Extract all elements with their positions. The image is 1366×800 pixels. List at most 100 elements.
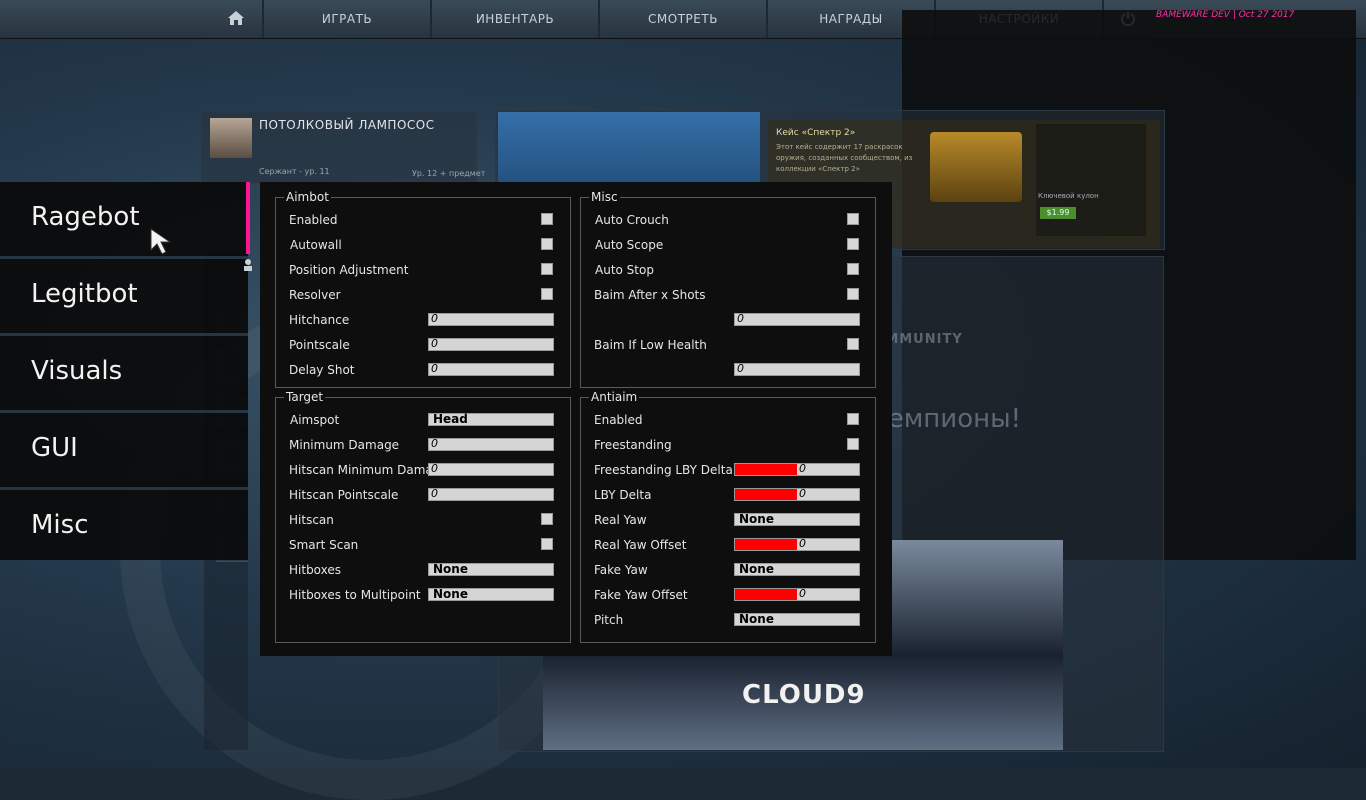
hitscan-label: Hitscan bbox=[289, 513, 334, 527]
fake-yaw-dropdown[interactable]: None bbox=[734, 562, 860, 576]
real-yaw-label: Real Yaw bbox=[594, 513, 647, 527]
hitscan-pointscale-input[interactable]: 0 bbox=[428, 487, 554, 501]
baim-low-health-label: Baim If Low Health bbox=[594, 338, 707, 352]
key-tile[interactable] bbox=[1036, 124, 1146, 236]
field-value: 0 bbox=[431, 337, 438, 350]
position-adjustment-label: Position Adjustment bbox=[289, 263, 409, 277]
baim-low-health-input[interactable]: 0 bbox=[734, 362, 860, 376]
tab-ragebot[interactable]: Ragebot bbox=[0, 182, 248, 259]
freestanding-lby-delta-slider[interactable]: 0 bbox=[734, 462, 860, 476]
nav-home[interactable] bbox=[210, 0, 262, 38]
slider-fill bbox=[735, 589, 797, 600]
fake-yaw-offset-slider[interactable]: 0 bbox=[734, 587, 860, 601]
tab-legitbot[interactable]: Legitbot bbox=[0, 259, 248, 336]
field-value: 0 bbox=[431, 437, 438, 450]
lby-delta-slider[interactable]: 0 bbox=[734, 487, 860, 501]
auto-crouch-checkbox[interactable] bbox=[847, 213, 859, 225]
auto-scope-checkbox[interactable] bbox=[847, 238, 859, 250]
dropdown-value: Head bbox=[433, 412, 468, 426]
hitchance-label: Hitchance bbox=[289, 313, 350, 327]
avatar[interactable] bbox=[210, 118, 252, 158]
build-label: BAMEWARE DEV | Oct 27 2017 bbox=[1156, 10, 1295, 20]
hitboxes-label: Hitboxes bbox=[289, 563, 342, 577]
field-value: 0 bbox=[799, 537, 806, 550]
hitscan-checkbox[interactable] bbox=[541, 513, 553, 525]
freestanding-lby-delta-label: Freestanding LBY Delta bbox=[594, 463, 733, 477]
minimum-damage-label: Minimum Damage bbox=[289, 438, 400, 452]
settings-panel: Aimbot Enabled Autowall Position Adjustm… bbox=[260, 182, 892, 656]
group-title: Target bbox=[284, 390, 326, 404]
group-title: Antiaim bbox=[589, 390, 640, 404]
pointscale-label: Pointscale bbox=[289, 338, 350, 352]
hitscan-minimum-damage-label: Hitscan Minimum Damag bbox=[289, 463, 429, 477]
auto-crouch-label: Auto Crouch bbox=[595, 213, 669, 227]
smart-scan-label: Smart Scan bbox=[289, 538, 359, 552]
hitboxes-multipoint-label: Hitboxes to Multipoint bbox=[289, 588, 421, 602]
case-image bbox=[930, 132, 1022, 202]
nav-watch[interactable]: СМОТРЕТЬ bbox=[598, 0, 766, 38]
auto-stop-checkbox[interactable] bbox=[847, 263, 859, 275]
position-adjustment-checkbox[interactable] bbox=[541, 263, 553, 275]
tab-misc[interactable]: Misc bbox=[0, 490, 248, 564]
hitboxes-dropdown[interactable]: None bbox=[428, 562, 554, 576]
tab-label: Ragebot bbox=[31, 202, 140, 232]
slider-fill bbox=[735, 464, 797, 475]
real-yaw-offset-slider[interactable]: 0 bbox=[734, 537, 860, 551]
baim-after-shots-input[interactable]: 0 bbox=[734, 312, 860, 326]
tab-label: Visuals bbox=[31, 356, 123, 386]
pitch-label: Pitch bbox=[594, 613, 624, 627]
pointscale-input[interactable]: 0 bbox=[428, 337, 554, 351]
case-title: Кейс «Спектр 2» bbox=[776, 128, 856, 138]
delay-shot-label: Delay Shot bbox=[289, 363, 355, 377]
autowall-checkbox[interactable] bbox=[541, 238, 553, 250]
real-yaw-dropdown[interactable]: None bbox=[734, 512, 860, 526]
resolver-checkbox[interactable] bbox=[541, 288, 553, 300]
aimspot-label: Aimspot bbox=[290, 413, 340, 427]
dropdown-value: None bbox=[433, 562, 468, 576]
hitscan-minimum-damage-input[interactable]: 0 bbox=[428, 462, 554, 476]
menu-sidebar: Ragebot Legitbot Visuals GUI Misc bbox=[0, 182, 248, 560]
dropdown-value: None bbox=[433, 587, 468, 601]
user-icon bbox=[244, 259, 252, 271]
tab-label: Legitbot bbox=[31, 279, 138, 309]
freestanding-label: Freestanding bbox=[594, 438, 672, 452]
hitchance-input[interactable]: 0 bbox=[428, 312, 554, 326]
resolver-label: Resolver bbox=[289, 288, 341, 302]
autowall-label: Autowall bbox=[290, 238, 342, 252]
price-badge[interactable]: $1.99 bbox=[1040, 207, 1076, 219]
smart-scan-checkbox[interactable] bbox=[541, 538, 553, 550]
nav-play[interactable]: ИГРАТЬ bbox=[262, 0, 430, 38]
field-value: 0 bbox=[431, 487, 438, 500]
field-value: 0 bbox=[737, 312, 744, 325]
hitscan-pointscale-label: Hitscan Pointscale bbox=[289, 488, 399, 502]
baim-low-health-checkbox[interactable] bbox=[847, 338, 859, 350]
antiaim-enabled-label: Enabled bbox=[594, 413, 643, 427]
mouse-cursor-icon bbox=[150, 228, 172, 255]
delay-shot-input[interactable]: 0 bbox=[428, 362, 554, 376]
antiaim-enabled-checkbox[interactable] bbox=[847, 413, 859, 425]
aimspot-dropdown[interactable]: Head bbox=[428, 412, 554, 426]
field-value: 0 bbox=[799, 587, 806, 600]
slider-fill bbox=[735, 539, 797, 550]
tab-visuals[interactable]: Visuals bbox=[0, 336, 248, 413]
enabled-checkbox[interactable] bbox=[541, 213, 553, 225]
pitch-dropdown[interactable]: None bbox=[734, 612, 860, 626]
auto-stop-label: Auto Stop bbox=[595, 263, 654, 277]
profile-name[interactable]: ПОТОЛКОВЫЙ ЛАМПОСОС bbox=[259, 118, 435, 132]
nav-inventory[interactable]: ИНВЕНТАРЬ bbox=[430, 0, 598, 38]
freestanding-checkbox[interactable] bbox=[847, 438, 859, 450]
minimum-damage-input[interactable]: 0 bbox=[428, 437, 554, 451]
profile-level-note: Ур. 12 + предмет bbox=[412, 169, 486, 178]
dropdown-value: None bbox=[739, 562, 774, 576]
hitboxes-multipoint-dropdown[interactable]: None bbox=[428, 587, 554, 601]
dropdown-value: None bbox=[739, 512, 774, 526]
field-value: 0 bbox=[737, 362, 744, 375]
baim-after-shots-checkbox[interactable] bbox=[847, 288, 859, 300]
tab-label: Misc bbox=[31, 510, 89, 540]
field-value: 0 bbox=[799, 462, 806, 475]
profile-rank: Сержант - ур. 11 bbox=[259, 167, 330, 176]
tab-gui[interactable]: GUI bbox=[0, 413, 248, 490]
enabled-label: Enabled bbox=[289, 213, 338, 227]
tab-label: GUI bbox=[31, 433, 78, 463]
cloud9-logo: CLOUD9 bbox=[742, 680, 866, 710]
